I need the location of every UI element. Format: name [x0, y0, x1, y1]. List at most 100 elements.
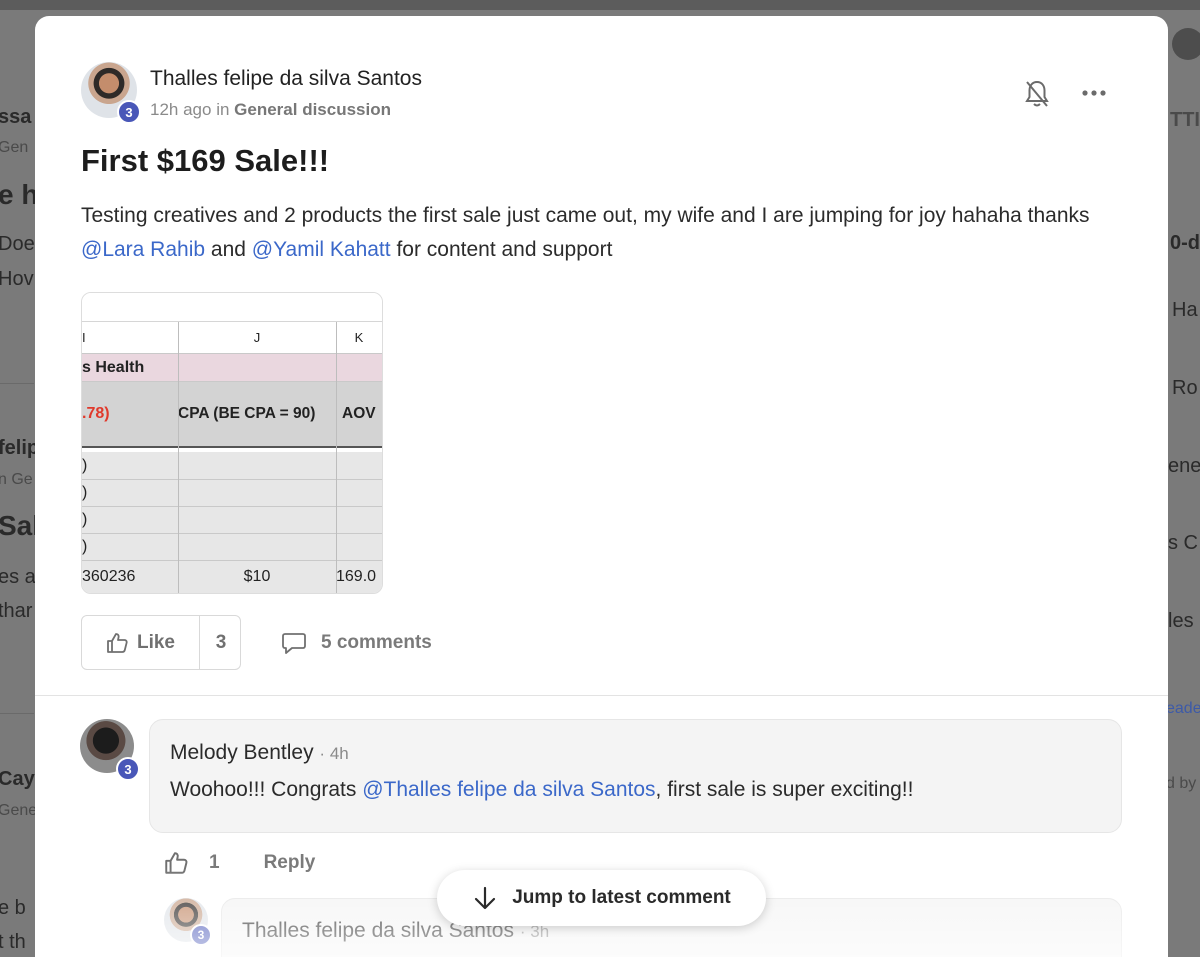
comment-time-separator: · — [319, 744, 330, 763]
comment-time: 4h — [329, 744, 349, 763]
thumbs-up-icon — [165, 852, 188, 874]
sheet-gridline — [336, 322, 337, 593]
more-horizontal-icon — [1082, 90, 1106, 96]
bg-fragment: TTI — [1170, 109, 1200, 131]
bg-avatar — [1172, 28, 1200, 60]
section-divider — [35, 695, 1168, 696]
bg-fragment: e b — [0, 897, 26, 919]
bg-fragment: Doe — [0, 233, 35, 255]
reply-button[interactable]: Reply — [264, 852, 316, 874]
post-image-attachment[interactable]: I J K s Health .78) CPA (BE CPA = 90) AO… — [81, 292, 383, 594]
sheet-blank-row — [82, 293, 382, 322]
bg-fragment: n Ge — [0, 471, 33, 488]
like-button[interactable]: Like — [82, 616, 198, 669]
bg-fragment: s C — [1168, 532, 1198, 554]
comment-text-part: , first sale is super exciting!! — [655, 778, 914, 801]
bg-fragment: Ha — [1172, 299, 1198, 321]
sheet-col-header: I — [82, 330, 86, 345]
comment-text-part: Woohoo!!! Congrats — [170, 778, 363, 801]
bg-fragment: Ro — [1172, 377, 1198, 399]
sheet-cell: ) — [82, 456, 88, 474]
level-badge: 3 — [117, 100, 141, 124]
sheet-header-row: .78) CPA (BE CPA = 90) AOV — [82, 382, 382, 448]
bg-fragment: Gen — [0, 139, 29, 156]
bg-divider — [0, 383, 34, 384]
reply-author-avatar[interactable]: 3 — [164, 898, 212, 946]
arrow-down-icon — [475, 886, 496, 910]
sheet-cell: ) — [82, 484, 88, 501]
like-control: Like 3 — [81, 615, 241, 670]
jump-to-latest-comment-button[interactable]: Jump to latest comment — [437, 870, 766, 926]
bg-fragment: eade — [1166, 700, 1200, 717]
bg-fragment: d by — [1166, 775, 1197, 792]
bg-fragment: Gene — [0, 802, 38, 819]
sheet-header-cell: .78) — [82, 405, 110, 422]
bell-off-icon — [1025, 80, 1049, 107]
post-meta: 12h ago in General discussion — [150, 100, 391, 120]
bg-divider — [0, 713, 34, 714]
post-body-text: for content and support — [390, 238, 613, 261]
sheet-cell: $10 — [243, 568, 271, 585]
commenter-avatar[interactable]: 3 — [80, 719, 140, 781]
mention-link[interactable]: @Yamil Kahatt — [252, 238, 391, 261]
sheet-cell: ) — [82, 538, 88, 555]
post-modal: 3 Thalles felipe da silva Santos 12h ago… — [35, 16, 1168, 957]
notifications-toggle-button[interactable] — [1023, 77, 1051, 111]
comment-like-button[interactable] — [163, 850, 189, 876]
sheet-header-cell: AOV — [342, 405, 376, 422]
post-category-link[interactable]: General discussion — [234, 100, 391, 119]
comment-bubble-icon — [282, 633, 306, 654]
sheet-section-label: s Health — [82, 358, 145, 376]
sheet-cell: 169.0 — [336, 568, 377, 585]
sheet-cell: ) — [82, 511, 88, 528]
sheet-data-row: ) — [82, 507, 382, 534]
like-label: Like — [136, 631, 176, 653]
comments-button[interactable]: 5 comments — [281, 628, 432, 658]
bg-fragment: 0-d — [1170, 232, 1200, 254]
background-topbar — [0, 0, 1200, 10]
author-avatar[interactable]: 3 — [81, 62, 141, 124]
bg-fragment: es a — [0, 566, 36, 588]
post-body-text: and — [205, 238, 252, 261]
sheet-col-header: J — [253, 330, 261, 345]
comment-text: Woohoo!!! Congrats @Thalles felipe da si… — [170, 778, 913, 802]
bg-fragment: les — [1168, 610, 1194, 632]
jump-label: Jump to latest comment — [512, 887, 731, 908]
bg-fragment: Hov — [0, 268, 34, 290]
level-badge: 3 — [116, 757, 140, 781]
comments-count-label: 5 comments — [321, 632, 432, 653]
mention-link[interactable]: @Lara Rahib — [81, 238, 205, 261]
bg-fragment: e h — [0, 179, 39, 210]
sheet-col-header: K — [354, 330, 364, 345]
mention-link[interactable]: @Thalles felipe da silva Santos — [362, 778, 655, 801]
bg-fragment: t th — [0, 931, 26, 953]
like-count[interactable]: 3 — [199, 616, 242, 669]
bg-fragment: thar — [0, 600, 33, 622]
thumbs-up-icon — [107, 632, 128, 653]
sheet-data-row: ) — [82, 480, 382, 507]
post-body-text: Testing creatives and 2 products the fir… — [81, 204, 1090, 227]
sheet-section-row: s Health — [82, 354, 382, 382]
post-author-name[interactable]: Thalles felipe da silva Santos — [150, 67, 422, 91]
comment-bubble: Melody Bentley · 4h Woohoo!!! Congrats @… — [149, 719, 1122, 833]
sheet-column-headers: I J K — [82, 322, 382, 354]
sheet-data-row: ) — [82, 452, 382, 480]
sheet-cell: 360236 — [82, 568, 136, 585]
post-title: First $169 Sale!!! — [81, 143, 330, 178]
bg-fragment: felip — [0, 437, 40, 459]
sheet-data-row: ) — [82, 534, 382, 561]
comment-author-name[interactable]: Melody Bentley — [170, 741, 314, 764]
sheet-header-cell: CPA (BE CPA = 90) — [178, 405, 316, 422]
sheet-gridline — [178, 322, 179, 593]
more-options-button[interactable] — [1079, 80, 1109, 106]
post-in-label: in — [216, 100, 230, 119]
bg-fragment: Cay — [0, 768, 35, 790]
comment-like-count: 1 — [209, 852, 220, 873]
comment-author: Melody Bentley · 4h — [170, 741, 349, 765]
sheet-total-row: 360236 $10 169.0 — [82, 561, 382, 593]
post-body: Testing creatives and 2 products the fir… — [81, 199, 1141, 267]
level-badge: 3 — [190, 924, 212, 946]
post-time: 12h ago — [150, 100, 212, 119]
bg-fragment: ene — [1168, 455, 1200, 477]
comment-actions: 1 Reply — [163, 848, 315, 878]
